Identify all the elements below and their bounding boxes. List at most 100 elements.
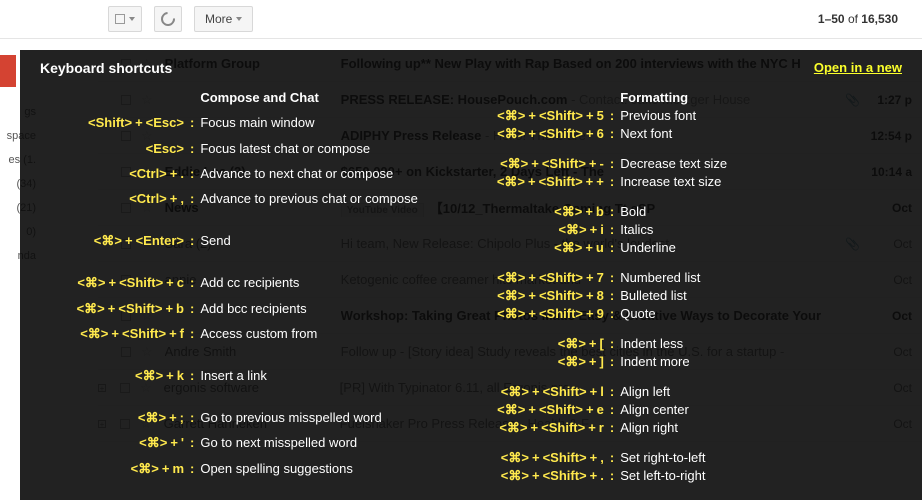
pager: 1–50 of 16,530 [818,12,912,26]
shortcut-desc: Align left [620,384,727,402]
shortcut-keys: <⌘>+<Shift>+9 [460,306,610,324]
shortcut-desc: Focus main window [200,115,418,140]
shortcut-desc: Set left-to-right [620,468,727,486]
shortcut-keys: <⌘>+<Shift>+6 [460,126,610,144]
shortcut-keys: <⌘>+<Shift>+- [460,156,610,174]
pager-total: 16,530 [861,12,898,26]
section-heading: Compose and Chat [200,90,418,115]
shortcut-desc: Focus latest chat or compose [200,141,418,166]
shortcut-desc: Add bcc recipients [200,301,418,326]
shortcut-keys: <⌘>+<Shift>+l [460,384,610,402]
shortcut-row: <⌘>+[:Indent less [460,336,727,354]
shortcut-row: <⌘>+<Shift>+7:Numbered list [460,270,727,288]
shortcut-row: <Ctrl>+,:Advance to previous chat or com… [40,191,418,216]
shortcut-row: <Esc>:Focus latest chat or compose [40,141,418,166]
shortcut-desc: Advance to next chat or compose [200,166,418,191]
shortcut-column-compose: Compose and Chat<Shift>+<Esc>:Focus main… [40,90,418,486]
shortcut-keys: <⌘>+<Shift>+c [40,275,190,300]
shortcut-row: <⌘>+<Shift>+.:Set left-to-right [460,468,727,486]
more-button[interactable]: More [194,6,253,32]
shortcut-desc: Numbered list [620,270,727,288]
shortcut-keys: <⌘>+[ [460,336,610,354]
shortcut-desc: Increase text size [620,174,727,192]
shortcut-row: <⌘>+u:Underline [460,240,727,258]
shortcut-row: <⌘>+<Shift>+6:Next font [460,126,727,144]
shortcut-keys: <⌘>+<Enter> [40,233,190,258]
shortcut-keys: <⌘>+<Shift>+b [40,301,190,326]
shortcut-keys: <⌘>+k [40,368,190,393]
shortcut-row: <⌘>+<Shift>+f:Access custom from [40,326,418,351]
shortcut-row: <Shift>+<Esc>:Focus main window [40,115,418,140]
shortcut-row: <⌘>+<Shift>+9:Quote [460,306,727,324]
shortcut-keys: <Esc> [40,141,190,166]
shortcut-desc: Advance to previous chat or compose [200,191,418,216]
shortcut-row: <⌘>+<Shift>+r:Align right [460,420,727,438]
shortcut-desc: Align center [620,402,727,420]
shortcut-desc: Previous font [620,108,727,126]
shortcut-row: <⌘>+i:Italics [460,222,727,240]
more-label: More [205,12,232,26]
shortcut-desc: Indent more [620,354,727,372]
shortcut-keys: <⌘>+' [40,435,190,460]
shortcut-desc: Insert a link [200,368,418,393]
shortcut-keys: <⌘>+; [40,410,190,435]
shortcut-desc: Set right-to-left [620,450,727,468]
keyboard-shortcuts-overlay: Keyboard shortcuts Open in a new Compose… [20,50,922,500]
shortcut-keys: <⌘>+<Shift>+7 [460,270,610,288]
toolbar: More 1–50 of 16,530 [0,0,922,39]
shortcut-desc: Add cc recipients [200,275,418,300]
shortcut-row: <⌘>+<Shift>++:Increase text size [460,174,727,192]
shortcut-desc: Bulleted list [620,288,727,306]
shortcut-desc: Go to next misspelled word [200,435,418,460]
shortcut-column-formatting: Formatting<⌘>+<Shift>+5:Previous font<⌘>… [460,90,727,486]
shortcut-keys: <⌘>+<Shift>+, [460,450,610,468]
shortcut-row: <⌘>+;:Go to previous misspelled word [40,410,418,435]
open-new-window-link[interactable]: Open in a new [814,60,902,75]
shortcut-keys: <⌘>+<Shift>++ [460,174,610,192]
shortcut-row: <⌘>+<Shift>+-:Decrease text size [460,156,727,174]
shortcut-row: <⌘>+<Shift>+,:Set right-to-left [460,450,727,468]
refresh-button[interactable] [154,6,182,32]
section-heading: Formatting [620,90,727,108]
shortcut-row: <⌘>+<Enter>:Send [40,233,418,258]
shortcut-keys: <⌘>+<Shift>+r [460,420,610,438]
overlay-title: Keyboard shortcuts [40,60,172,76]
shortcut-desc: Access custom from [200,326,418,351]
shortcut-desc: Send [200,233,418,258]
refresh-icon [158,9,178,29]
shortcut-row: <⌘>+m:Open spelling suggestions [40,461,418,486]
shortcut-desc: Next font [620,126,727,144]
shortcut-keys: <⌘>+<Shift>+8 [460,288,610,306]
shortcut-desc: Bold [620,204,727,222]
shortcut-desc: Indent less [620,336,727,354]
pager-range: 1–50 [818,12,845,26]
shortcut-keys: <Shift>+<Esc> [40,115,190,140]
shortcut-desc: Open spelling suggestions [200,461,418,486]
shortcut-keys: <⌘>+<Shift>+e [460,402,610,420]
shortcut-row: <⌘>+k:Insert a link [40,368,418,393]
shortcut-row: <⌘>+<Shift>+b:Add bcc recipients [40,301,418,326]
caret-down-icon [236,17,242,21]
select-all-checkbox[interactable] [108,6,142,32]
shortcut-row: <⌘>+':Go to next misspelled word [40,435,418,460]
shortcut-row: <⌘>+<Shift>+e:Align center [460,402,727,420]
shortcut-keys: <Ctrl>+, [40,191,190,216]
shortcut-row: <Ctrl>+.:Advance to next chat or compose [40,166,418,191]
caret-down-icon [129,17,135,21]
shortcut-keys: <Ctrl>+. [40,166,190,191]
shortcut-keys: <⌘>+b [460,204,610,222]
shortcut-row: <⌘>+<Shift>+l:Align left [460,384,727,402]
shortcut-row: <⌘>+<Shift>+5:Previous font [460,108,727,126]
shortcut-row: <⌘>+<Shift>+8:Bulleted list [460,288,727,306]
compose-button-edge[interactable] [0,55,16,87]
shortcut-row: <⌘>+b:Bold [460,204,727,222]
shortcut-desc: Quote [620,306,727,324]
shortcut-keys: <⌘>+<Shift>+5 [460,108,610,126]
shortcut-desc: Align right [620,420,727,438]
shortcut-keys: <⌘>+m [40,461,190,486]
shortcut-keys: <⌘>+u [460,240,610,258]
checkbox-icon [115,14,125,24]
shortcut-desc: Go to previous misspelled word [200,410,418,435]
shortcut-row: <⌘>+]:Indent more [460,354,727,372]
shortcut-row: <⌘>+<Shift>+c:Add cc recipients [40,275,418,300]
